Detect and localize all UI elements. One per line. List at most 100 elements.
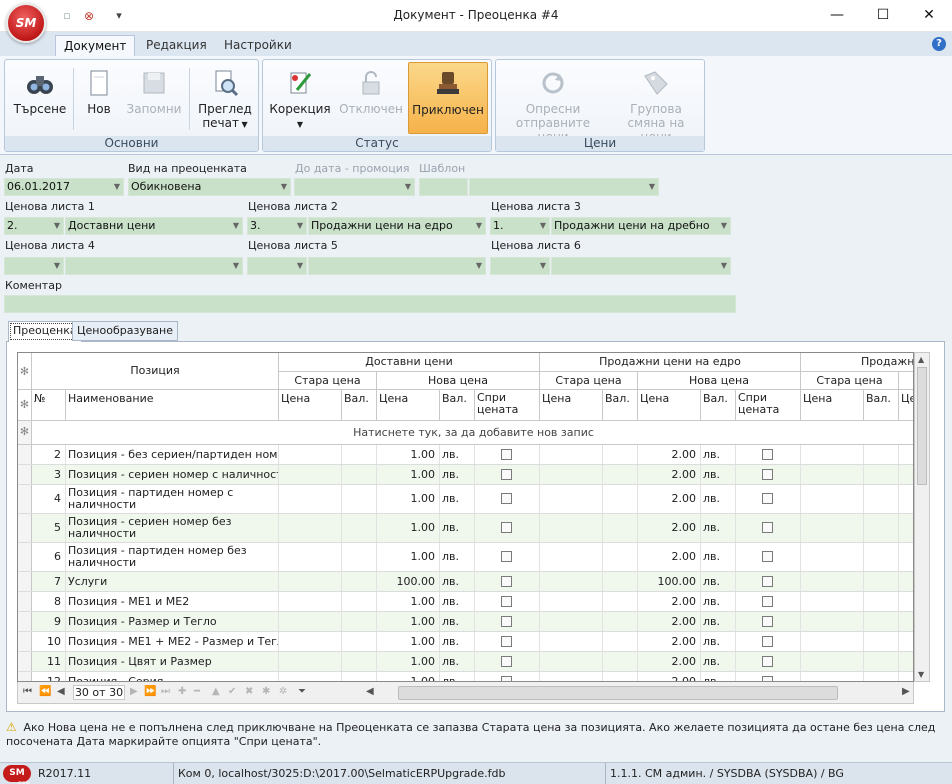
cell-empty[interactable] xyxy=(540,485,603,513)
stop-price-checkbox[interactable] xyxy=(762,522,773,533)
cell-c1[interactable]: лв. xyxy=(440,592,475,611)
cell-empty[interactable] xyxy=(864,672,899,681)
table-row[interactable]: 5 Позиция - сериен номер без наличности 1.… xyxy=(18,514,913,543)
cell-name[interactable]: Позиция - МЕ1 и МЕ2 xyxy=(66,592,279,611)
chevron-down-icon[interactable]: ▼ xyxy=(405,179,411,195)
cell-empty[interactable] xyxy=(540,652,603,671)
template-select[interactable]: ▼ xyxy=(469,178,659,196)
cell-name[interactable]: Позиция - Размер и Тегло xyxy=(66,612,279,631)
stop-price-checkbox[interactable] xyxy=(501,522,512,533)
price-list-2-number[interactable]: 3. ▼ xyxy=(247,217,307,235)
cell-empty[interactable] xyxy=(279,543,342,571)
row-indicator[interactable] xyxy=(18,632,32,651)
cell-name[interactable]: Услуги xyxy=(66,572,279,591)
stop-price-cell[interactable] xyxy=(475,592,540,611)
cell-no[interactable]: 6 xyxy=(32,543,66,571)
cell-name[interactable]: Позиция - сериен номер без наличности xyxy=(66,514,279,542)
cell-no[interactable]: 3 xyxy=(32,465,66,484)
table-row[interactable]: 3 Позиция - сериен номер с наличности 1.00… xyxy=(18,465,913,485)
minimize-button[interactable]: — xyxy=(814,0,860,31)
cell-empty[interactable] xyxy=(864,543,899,571)
header-currency[interactable]: Вал. xyxy=(603,390,638,421)
cell-empty[interactable] xyxy=(540,632,603,651)
cell-name[interactable]: Позиция - сериен номер с наличности xyxy=(66,465,279,484)
next-record-icon[interactable]: ▶ xyxy=(130,686,138,697)
stop-price-cell[interactable] xyxy=(736,672,801,681)
cell-no[interactable]: 4 xyxy=(32,485,66,513)
stop-price-checkbox[interactable] xyxy=(762,635,773,647)
cell-empty[interactable] xyxy=(801,514,864,542)
stop-price-cell[interactable] xyxy=(475,514,540,542)
cell-c2[interactable]: лв. xyxy=(701,543,736,571)
cell-empty[interactable] xyxy=(540,592,603,611)
cell-c2[interactable]: лв. xyxy=(701,514,736,542)
kind-select[interactable]: Обикновена ▼ xyxy=(128,178,291,196)
cell-empty[interactable] xyxy=(864,572,899,591)
new-record-row[interactable]: ✻ Натиснете тук, за да добавите нов запи… xyxy=(18,421,913,445)
cell-empty[interactable] xyxy=(801,485,864,513)
scroll-down-icon[interactable]: ▼ xyxy=(918,670,924,679)
stop-price-cell[interactable] xyxy=(736,632,801,651)
cell-empty[interactable] xyxy=(899,632,913,651)
comment-field[interactable] xyxy=(4,295,736,313)
cell-p2[interactable]: 2.00 xyxy=(638,652,701,671)
scroll-right-icon[interactable]: ▶ xyxy=(902,686,910,697)
tab-settings[interactable]: Настройки xyxy=(216,35,300,56)
stop-price-cell[interactable] xyxy=(475,445,540,464)
cell-no[interactable]: 10 xyxy=(32,632,66,651)
cell-empty[interactable] xyxy=(864,485,899,513)
cell-c1[interactable]: лв. xyxy=(440,445,475,464)
stop-price-checkbox[interactable] xyxy=(762,493,773,504)
cell-c2[interactable]: лв. xyxy=(701,465,736,484)
stop-price-cell[interactable] xyxy=(475,672,540,681)
cell-c2[interactable]: лв. xyxy=(701,672,736,681)
stop-price-cell[interactable] xyxy=(736,543,801,571)
cell-empty[interactable] xyxy=(603,465,638,484)
scroll-left-icon[interactable]: ◀ xyxy=(366,686,374,697)
promo-date-field[interactable]: ▼ xyxy=(294,178,415,196)
cell-empty[interactable] xyxy=(342,485,377,513)
stop-price-cell[interactable] xyxy=(736,465,801,484)
stop-price-checkbox[interactable] xyxy=(501,635,512,647)
price-list-6-name[interactable]: ▼ xyxy=(551,257,731,275)
cell-empty[interactable] xyxy=(279,632,342,651)
stop-price-cell[interactable] xyxy=(475,612,540,631)
cell-empty[interactable] xyxy=(864,652,899,671)
price-list-1-number[interactable]: 2. ▼ xyxy=(4,217,64,235)
stop-price-checkbox[interactable] xyxy=(762,575,773,587)
cell-p1[interactable]: 1.00 xyxy=(377,632,440,651)
header-currency[interactable]: Вал. xyxy=(440,390,475,421)
cell-c2[interactable]: лв. xyxy=(701,445,736,464)
vertical-scrollbar[interactable]: ▲ ▼ xyxy=(914,352,930,682)
cell-empty[interactable] xyxy=(801,543,864,571)
table-row[interactable]: 9 Позиция - Размер и Тегло 1.00 лв. 2.00 лв. xyxy=(18,612,913,632)
cell-empty[interactable] xyxy=(603,543,638,571)
vertical-scroll-thumb[interactable] xyxy=(917,367,927,485)
cell-empty[interactable] xyxy=(342,652,377,671)
chevron-down-icon[interactable]: ▼ xyxy=(649,179,655,195)
cell-p1[interactable]: 100.00 xyxy=(377,572,440,591)
cell-empty[interactable] xyxy=(864,632,899,651)
cell-empty[interactable] xyxy=(603,592,638,611)
cell-empty[interactable] xyxy=(603,672,638,681)
cell-empty[interactable] xyxy=(801,612,864,631)
header-stop-price[interactable]: Спри цената xyxy=(736,390,801,421)
cell-c1[interactable]: лв. xyxy=(440,652,475,671)
cell-c2[interactable]: лв. xyxy=(701,592,736,611)
chevron-down-icon[interactable]: ▼ xyxy=(297,258,303,274)
price-list-4-name[interactable]: ▼ xyxy=(65,257,243,275)
cell-empty[interactable] xyxy=(540,514,603,542)
cell-c2[interactable]: лв. xyxy=(701,485,736,513)
header-price[interactable]: Цена xyxy=(540,390,603,421)
cell-empty[interactable] xyxy=(342,514,377,542)
cell-empty[interactable] xyxy=(899,592,913,611)
cell-no[interactable]: 11 xyxy=(32,652,66,671)
stop-price-cell[interactable] xyxy=(475,543,540,571)
cell-c1[interactable]: лв. xyxy=(440,485,475,513)
cell-empty[interactable] xyxy=(603,652,638,671)
cell-c1[interactable]: лв. xyxy=(440,632,475,651)
filter-funnel-icon[interactable]: ⏷ xyxy=(298,686,306,697)
cell-empty[interactable] xyxy=(342,465,377,484)
stop-price-checkbox[interactable] xyxy=(501,448,512,460)
stop-price-checkbox[interactable] xyxy=(762,595,773,607)
